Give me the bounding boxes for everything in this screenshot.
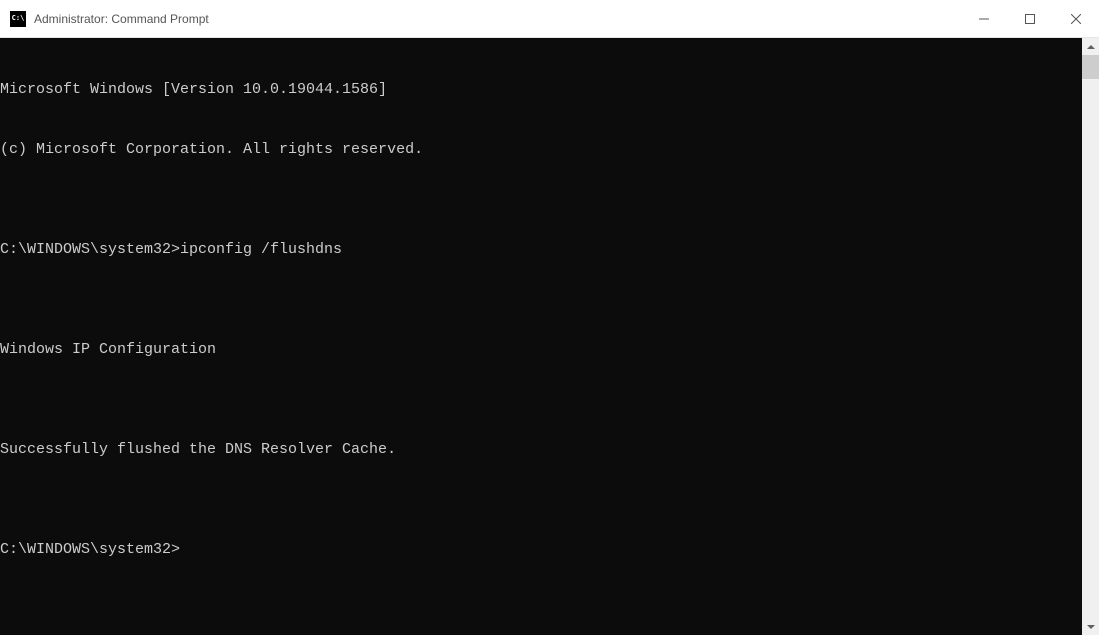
scroll-up-arrow-icon[interactable] bbox=[1082, 38, 1099, 55]
terminal-line: Windows IP Configuration bbox=[0, 340, 1082, 360]
terminal-line: C:\WINDOWS\system32> bbox=[0, 540, 1082, 560]
terminal-line: C:\WINDOWS\system32>ipconfig /flushdns bbox=[0, 240, 1082, 260]
cmd-icon: C:\ bbox=[10, 11, 26, 27]
terminal-line: (c) Microsoft Corporation. All rights re… bbox=[0, 140, 1082, 160]
vertical-scrollbar[interactable] bbox=[1082, 38, 1099, 635]
window-title: Administrator: Command Prompt bbox=[34, 12, 961, 26]
close-button[interactable] bbox=[1053, 0, 1099, 37]
window-controls bbox=[961, 0, 1099, 37]
terminal-output[interactable]: Microsoft Windows [Version 10.0.19044.15… bbox=[0, 38, 1082, 635]
maximize-button[interactable] bbox=[1007, 0, 1053, 37]
titlebar: C:\ Administrator: Command Prompt bbox=[0, 0, 1099, 38]
terminal-line: Microsoft Windows [Version 10.0.19044.15… bbox=[0, 80, 1082, 100]
scroll-down-arrow-icon[interactable] bbox=[1082, 618, 1099, 635]
minimize-button[interactable] bbox=[961, 0, 1007, 37]
scroll-thumb[interactable] bbox=[1082, 55, 1099, 79]
scroll-track[interactable] bbox=[1082, 55, 1099, 618]
terminal-wrapper: Microsoft Windows [Version 10.0.19044.15… bbox=[0, 38, 1099, 635]
terminal-line: Successfully flushed the DNS Resolver Ca… bbox=[0, 440, 1082, 460]
